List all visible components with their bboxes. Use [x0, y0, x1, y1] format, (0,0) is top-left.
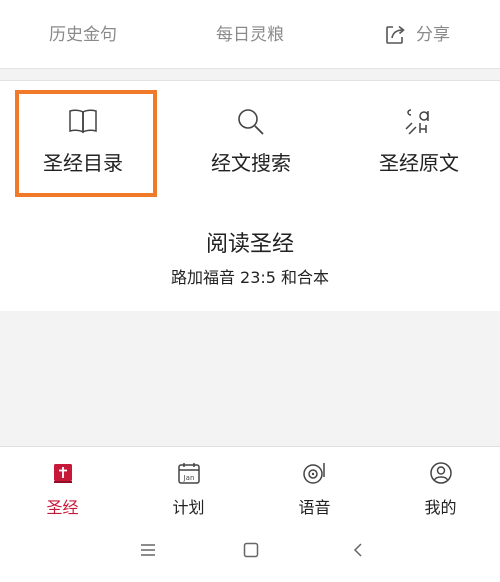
verse-search-button[interactable]: 经文搜索: [168, 81, 334, 198]
bottom-tab-bar: 圣经 Jan 计划 语音 我的: [0, 446, 500, 523]
reading-card[interactable]: 阅读圣经 路加福音 23:5 和合本: [0, 198, 500, 311]
calendar-icon: Jan: [177, 461, 201, 489]
original-text-button[interactable]: 圣经原文: [336, 81, 500, 198]
original-text-label: 圣经原文: [379, 151, 459, 175]
tab-bible[interactable]: 圣经: [0, 447, 125, 523]
highlight-box: [15, 90, 157, 197]
tab-plan-label: 计划: [172, 498, 205, 517]
profile-icon: [429, 461, 453, 489]
share-icon: [386, 25, 405, 44]
home-icon[interactable]: [243, 542, 259, 562]
original-text-icon: [404, 107, 434, 141]
share-label: 分享: [416, 25, 450, 45]
top-action-bar: 历史金句 每日灵粮 分享: [0, 0, 500, 69]
tab-me-label: 我的: [424, 498, 457, 517]
menu-icon[interactable]: [140, 542, 156, 562]
search-icon: [236, 107, 266, 141]
reading-reference: 路加福音 23:5 和合本: [170, 268, 330, 287]
audio-icon: [302, 461, 328, 489]
reading-title: 阅读圣经: [205, 232, 294, 257]
tab-plan[interactable]: Jan 计划: [126, 447, 251, 523]
share-button[interactable]: 分享: [384, 22, 450, 48]
tab-bible-label: 圣经: [46, 498, 79, 517]
history-quotes-button[interactable]: 历史金句: [49, 22, 117, 48]
calendar-icon-text: Jan: [182, 474, 194, 482]
tab-audio[interactable]: 语音: [252, 447, 377, 523]
tab-me[interactable]: 我的: [378, 447, 500, 523]
daily-bread-button[interactable]: 每日灵粮: [216, 22, 284, 48]
tab-audio-label: 语音: [298, 498, 331, 517]
history-quotes-label: 历史金句: [49, 25, 117, 45]
back-icon[interactable]: [350, 542, 366, 562]
system-nav-bar: [0, 522, 500, 582]
bible-icon: [51, 461, 75, 489]
verse-search-label: 经文搜索: [211, 151, 291, 175]
daily-bread-label: 每日灵粮: [216, 25, 284, 45]
